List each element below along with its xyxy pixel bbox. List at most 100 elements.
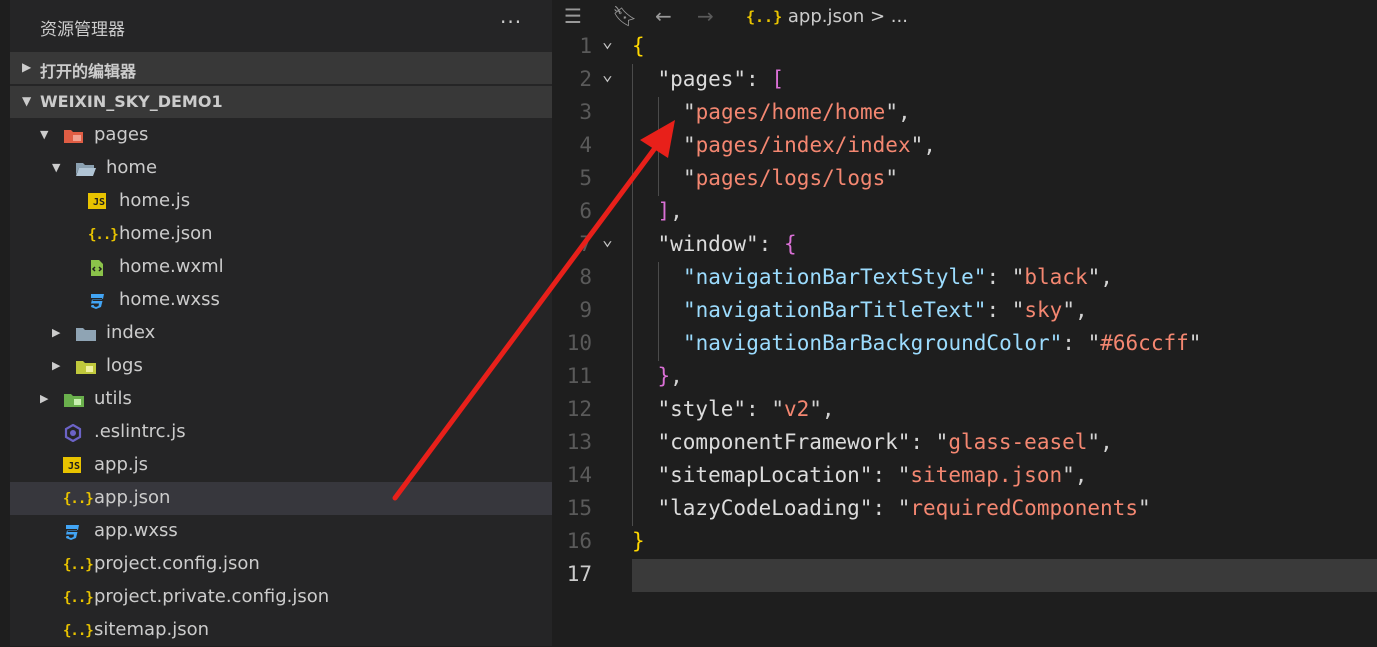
file-tree-item[interactable]: {..} home.json (10, 218, 552, 251)
code-token: , (897, 100, 911, 124)
code-text: "style": "v2", (658, 397, 835, 421)
file-tree-item[interactable]: home.wxml (10, 251, 552, 284)
code-line[interactable]: 17 (552, 559, 1377, 592)
code-token: " (1087, 331, 1101, 355)
file-tree-item[interactable]: .eslintrc.js (10, 416, 552, 449)
line-number: 11 (566, 364, 592, 388)
line-number: 3 (579, 100, 592, 124)
file-tree-item[interactable]: ▶ logs (10, 350, 552, 383)
chevron-right-icon[interactable]: ▶ (40, 392, 48, 405)
code-token: " (1188, 331, 1202, 355)
code-line[interactable]: 9 "navigationBarTitleText": "sky", (552, 295, 1377, 328)
code-token: " (910, 133, 924, 157)
chevron-down-icon[interactable]: ▼ (52, 161, 60, 174)
editor-toolbar: ☰ 🔖︎ ← → {..} app.json > ... (552, 0, 1377, 34)
code-line[interactable]: 10 "navigationBarBackgroundColor": "#66cc… (552, 328, 1377, 361)
code-token: "style" (657, 397, 747, 421)
code-line[interactable]: 12 "style": "v2", (552, 394, 1377, 427)
fold-chevron-icon[interactable]: ⌄ (602, 229, 613, 250)
more-actions-icon[interactable]: ··· (500, 10, 522, 34)
code-token: "sitemapLocation" (657, 463, 873, 487)
folder-icon (63, 127, 83, 145)
code-line[interactable]: 15 "lazyCodeLoading": "requiredComponents… (552, 493, 1377, 526)
json-file-icon: {..} (63, 623, 94, 639)
breadcrumb-file[interactable]: app.json (788, 6, 864, 27)
code-token: : (1062, 331, 1088, 355)
code-token: , (670, 199, 683, 223)
breadcrumb-more[interactable]: > ... (870, 6, 908, 27)
code-line[interactable]: 11}, (552, 361, 1377, 394)
fold-chevron-icon[interactable]: ⌄ (602, 31, 613, 52)
bookmark-icon[interactable]: 🔖︎ (612, 4, 637, 28)
code-token: " (1011, 298, 1025, 322)
file-tree-item[interactable]: ▶ utils (10, 383, 552, 416)
code-token: black (1024, 265, 1088, 289)
code-token: " (885, 166, 898, 190)
list-icon[interactable]: ☰ (564, 4, 582, 28)
code-token: : (872, 496, 898, 520)
file-tree-label: home.wxml (119, 256, 224, 277)
json-file-icon: {..} (88, 227, 119, 243)
code-token: : (986, 298, 1012, 322)
file-tree-item[interactable]: app.wxss (10, 515, 552, 548)
eslint-file-icon (63, 423, 83, 443)
file-tree-label: app.wxss (94, 520, 178, 541)
explorer-sidebar: 资源管理器 ··· ▶ 打开的编辑器 ▼ WEIXIN_SKY_DEMO1 ▼ p… (0, 0, 552, 646)
code-token: " (771, 397, 784, 421)
file-tree-item[interactable]: {..} app.json (10, 482, 552, 515)
code-text: "navigationBarBackgroundColor": "#66ccff… (683, 331, 1201, 355)
code-line[interactable]: 13 "componentFramework": "glass-easel", (552, 427, 1377, 460)
code-line[interactable]: 7 ⌄ "window": { (552, 229, 1377, 262)
file-tree-item[interactable]: {..} project.config.json (10, 548, 552, 581)
code-token: " (1137, 496, 1151, 520)
file-tree-item[interactable]: ▶ index (10, 317, 552, 350)
code-line[interactable]: 5 "pages/logs/logs" (552, 163, 1377, 196)
forward-arrow-icon[interactable]: → (697, 4, 714, 28)
section-project[interactable]: ▼ WEIXIN_SKY_DEMO1 (10, 86, 552, 118)
code-token: glass-easel (948, 430, 1088, 454)
file-tree-item[interactable]: {..} sitemap.json (10, 614, 552, 647)
code-line[interactable]: 16} (552, 526, 1377, 559)
code-line[interactable]: 8 "navigationBarTextStyle": "black", (552, 262, 1377, 295)
line-number: 8 (579, 265, 592, 289)
code-line[interactable]: 1 ⌄ { (552, 31, 1377, 64)
code-line[interactable]: 3 "pages/home/home", (552, 97, 1377, 130)
code-token: } (632, 529, 645, 553)
file-tree-item[interactable]: {..} project.private.config.json (10, 581, 552, 614)
code-text: } (632, 529, 645, 553)
section-open-editors[interactable]: ▶ 打开的编辑器 (10, 52, 552, 84)
code-line[interactable]: 4 "pages/index/index", (552, 130, 1377, 163)
code-token: " (683, 133, 696, 157)
code-token: " (1087, 430, 1101, 454)
line-number: 16 (566, 529, 592, 553)
code-text: "lazyCodeLoading": "requiredComponents" (658, 496, 1151, 520)
file-tree-item[interactable]: ▼ home (10, 152, 552, 185)
code-line[interactable]: 6], (552, 196, 1377, 229)
code-token: " (1011, 265, 1025, 289)
breadcrumb[interactable]: {..} app.json > ... (746, 6, 908, 27)
file-tree-label: pages (94, 124, 149, 145)
code-line[interactable]: 2 ⌄ "pages": [ (552, 64, 1377, 97)
file-tree-item[interactable]: home.wxss (10, 284, 552, 317)
chevron-right-icon[interactable]: ▶ (52, 326, 60, 339)
code-token: v2 (783, 397, 810, 421)
code-token: " (1062, 463, 1075, 487)
file-tree-item[interactable]: ▼ pages (10, 119, 552, 152)
file-tree-item[interactable]: JS home.js (10, 185, 552, 218)
explorer-title: 资源管理器 (40, 20, 125, 40)
code-token: "window" (657, 232, 759, 256)
code-token: [ (771, 67, 784, 91)
file-tree-item[interactable]: JS app.js (10, 449, 552, 482)
code-token: " (1087, 265, 1101, 289)
chevron-down-icon: ▼ (22, 94, 32, 108)
file-tree-label: home.json (119, 223, 213, 244)
back-arrow-icon[interactable]: ← (655, 4, 672, 28)
json-file-icon: {..} (746, 8, 783, 26)
chevron-down-icon[interactable]: ▼ (40, 128, 48, 141)
code-token: " (885, 100, 898, 124)
code-token: : (746, 397, 772, 421)
code-line[interactable]: 14 "sitemapLocation": "sitemap.json", (552, 460, 1377, 493)
chevron-right-icon[interactable]: ▶ (52, 359, 60, 372)
wxss-file-icon (88, 292, 108, 310)
fold-chevron-icon[interactable]: ⌄ (602, 64, 613, 85)
